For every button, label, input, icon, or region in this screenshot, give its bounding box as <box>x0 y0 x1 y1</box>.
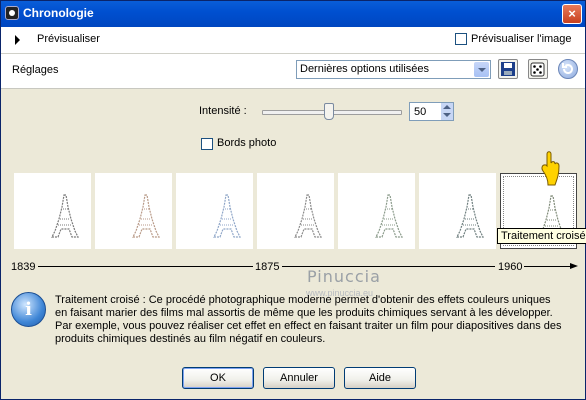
chevron-down-icon[interactable] <box>474 62 489 77</box>
thumb-3[interactable] <box>176 173 253 249</box>
timeline-line <box>38 266 253 267</box>
settings-label: Réglages <box>12 64 59 76</box>
title-bar[interactable]: Chronologie × <box>1 1 585 27</box>
eiffel-tower-icon <box>294 194 322 238</box>
photo-edges-label[interactable]: Bords photo <box>217 137 276 149</box>
preview-bar: Prévisualiser Prévisualiser l'image <box>1 27 585 54</box>
intensity-slider-thumb[interactable] <box>324 103 334 120</box>
preset-select-value: Dernières options utilisées <box>300 63 430 75</box>
preview-image-label[interactable]: Prévisualiser l'image <box>471 33 572 45</box>
photo-edges-checkbox[interactable] <box>201 138 213 150</box>
info-icon: i <box>11 292 46 327</box>
thumb-4[interactable] <box>257 173 334 249</box>
app-icon <box>5 6 19 20</box>
pointing-hand-icon <box>541 151 560 186</box>
expand-triangle-icon[interactable] <box>15 35 20 45</box>
preview-label[interactable]: Prévisualiser <box>37 33 100 45</box>
reset-icon <box>562 63 573 75</box>
thumb-1[interactable] <box>14 173 91 249</box>
random-dice-icon <box>530 62 545 77</box>
stepper-up-icon[interactable] <box>443 105 451 109</box>
stepper-down-icon[interactable] <box>443 113 451 117</box>
thumb-6[interactable] <box>419 173 496 249</box>
window-title: Chronologie <box>23 6 94 20</box>
save-preset-button[interactable] <box>498 59 518 79</box>
effect-description: Traitement croisé : Ce procédé photograp… <box>55 294 562 345</box>
eiffel-tower-icon <box>213 194 241 238</box>
preset-select[interactable]: Dernières options utilisées <box>296 60 491 79</box>
eiffel-tower-icon <box>132 194 160 238</box>
timeline-start-label: 1839 <box>11 261 36 273</box>
intensity-label: Intensité : <box>199 105 247 117</box>
save-icon <box>501 62 515 76</box>
timeline-end-label: 1960 <box>498 261 523 273</box>
tooltip: Traitement croisé <box>497 228 586 244</box>
eiffel-tower-icon <box>51 194 79 238</box>
intensity-value[interactable]: 50 <box>414 106 426 118</box>
timeline-line <box>524 266 572 267</box>
settings-bar: Réglages Dernières options utilisées <box>1 54 585 89</box>
ok-button[interactable]: OK <box>182 367 254 389</box>
eiffel-tower-icon <box>375 194 403 238</box>
watermark: Pinuccia <box>307 267 381 286</box>
random-button[interactable] <box>528 59 548 79</box>
stepper-buttons[interactable] <box>441 103 453 120</box>
dialog-window: Chronologie × Prévisualiser Prévisualise… <box>0 0 586 400</box>
eiffel-tower-icon <box>456 194 484 238</box>
thumb-2[interactable] <box>95 173 172 249</box>
timeline-arrow-icon <box>570 263 578 269</box>
thumb-5[interactable] <box>338 173 415 249</box>
timeline-mid-label: 1875 <box>255 261 280 273</box>
close-button[interactable]: × <box>562 4 582 24</box>
reset-button[interactable] <box>558 59 578 79</box>
help-button[interactable]: Aide <box>344 367 416 389</box>
intensity-stepper[interactable]: 50 <box>409 102 454 121</box>
preview-image-checkbox[interactable] <box>455 33 467 45</box>
cancel-button[interactable]: Annuler <box>263 367 335 389</box>
